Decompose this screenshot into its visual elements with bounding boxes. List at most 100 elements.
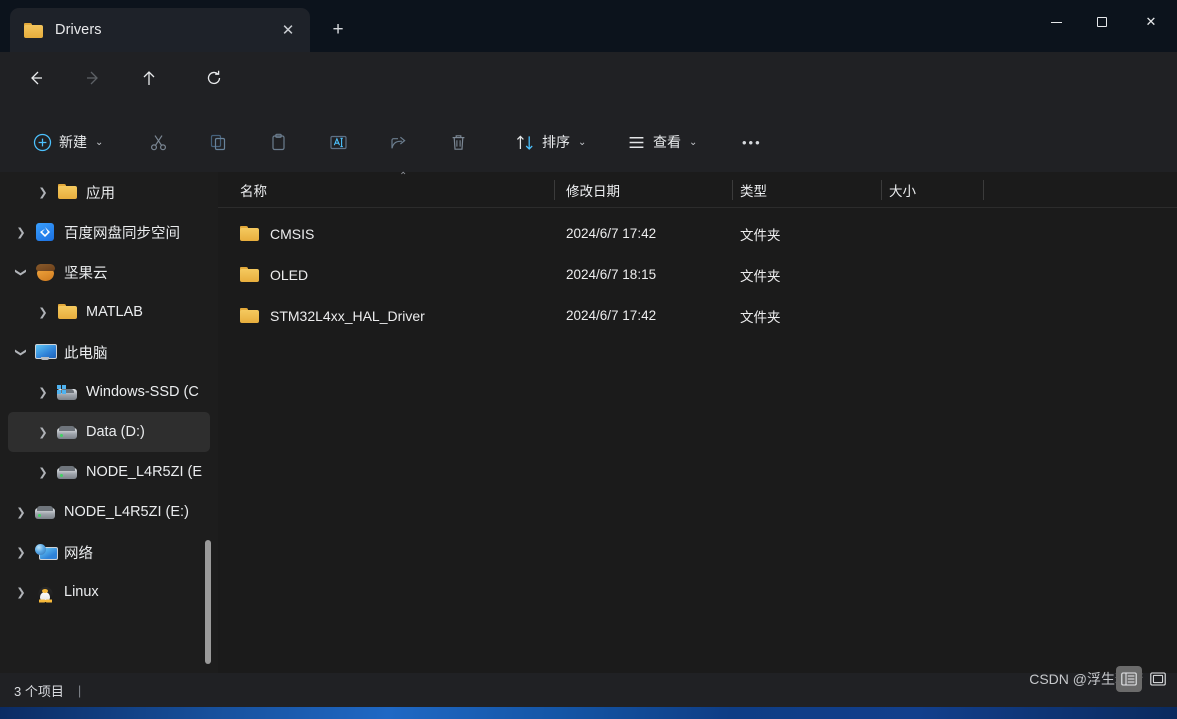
list-view-icon <box>1150 672 1166 686</box>
chevron-down-icon[interactable]: ⌄ <box>689 137 697 148</box>
drive-icon <box>35 505 55 519</box>
chevron-right-icon[interactable]: ❯ <box>30 386 56 399</box>
sidebar-item-label: Windows-SSD (C <box>86 384 199 400</box>
chevron-right-icon[interactable]: ❯ <box>8 586 34 599</box>
share-button[interactable] <box>380 126 417 158</box>
column-header-name[interactable]: 名称 <box>240 172 267 208</box>
cut-button[interactable] <box>140 126 177 158</box>
sidebar-item-5[interactable]: ❯ Windows-SSD (C <box>8 372 210 412</box>
table-row[interactable]: CMSIS 2024/6/7 17:42 文件夹 <box>218 213 1177 254</box>
folder-icon <box>57 184 77 200</box>
sidebar-item-4[interactable]: ❯ 此电脑 <box>8 332 210 372</box>
chevron-right-icon[interactable]: ❯ <box>30 186 56 199</box>
sort-button[interactable]: 排序 ⌄ <box>506 126 595 158</box>
navigation-bar: › ••• New Folder › OLED-SSD1306 › Driver… <box>0 52 1177 148</box>
sidebar-item-1[interactable]: ❯ 百度网盘同步空间 <box>8 212 210 252</box>
chevron-right-icon[interactable]: ❯ <box>8 506 34 519</box>
list-view-button[interactable] <box>1145 666 1171 692</box>
chevron-right-icon[interactable]: ❯ <box>8 546 34 559</box>
copy-button[interactable] <box>200 126 237 158</box>
plus-circle-icon <box>33 133 52 151</box>
drive-icon <box>57 425 77 439</box>
paste-icon <box>272 133 285 150</box>
copy-icon <box>210 134 226 150</box>
sidebar-item-7[interactable]: ❯ NODE_L4R5ZI (E <box>8 452 210 492</box>
sidebar-item-8[interactable]: ❯ NODE_L4R5ZI (E:) <box>8 492 210 532</box>
column-header-date[interactable]: 修改日期 <box>566 172 620 208</box>
sidebar-item-label: 此电脑 <box>64 345 108 362</box>
file-name-cell[interactable]: CMSIS <box>240 225 314 242</box>
details-view-button[interactable] <box>1116 666 1142 692</box>
chevron-down-icon[interactable]: ⌄ <box>578 137 586 148</box>
refresh-button[interactable] <box>199 63 229 93</box>
column-divider[interactable] <box>554 180 555 200</box>
tab-drivers[interactable]: Drivers ✕ <box>10 8 310 52</box>
table-row[interactable]: OLED 2024/6/7 18:15 文件夹 <box>218 254 1177 295</box>
up-button[interactable] <box>134 63 164 93</box>
sidebar-item-3[interactable]: ❯ MATLAB <box>8 292 210 332</box>
chevron-right-icon[interactable]: ❯ <box>30 306 56 319</box>
baidu-netdisk-icon <box>36 223 54 241</box>
chevron-down-icon[interactable]: ❯ <box>15 339 28 365</box>
more-options-label: ••• <box>742 134 762 150</box>
linux-penguin-icon <box>37 583 54 603</box>
sidebar-item-9[interactable]: ❯ 网络 <box>8 532 210 572</box>
chevron-right-icon[interactable]: ❯ <box>30 466 56 479</box>
file-rows: CMSIS 2024/6/7 17:42 文件夹 OLED 2024/6/7 18:15… <box>218 208 1177 336</box>
sidebar-item-10[interactable]: ❯ Linux <box>8 572 210 612</box>
title-bar: Drivers ✕ + ✕ <box>0 0 1177 52</box>
chevron-right-icon[interactable]: ❯ <box>30 426 56 439</box>
chevron-down-icon[interactable]: ⌄ <box>95 137 103 148</box>
view-button-label: 查看 <box>653 134 681 150</box>
sidebar-item-label: 网络 <box>64 545 93 562</box>
sidebar-item-2[interactable]: ❯ 坚果云 <box>8 252 210 292</box>
maximize-button[interactable] <box>1079 0 1125 44</box>
navigation-pane[interactable]: ❯ 应用 ❯ 百度网盘同步空间 ❯ 坚果云 ❯ MATLAB ❯ 此电脑 ❯ Windows-SSD … <box>0 172 218 685</box>
file-type-cell: 文件夹 <box>740 268 781 284</box>
back-button[interactable] <box>21 63 51 93</box>
drive-icon <box>57 465 77 479</box>
folder-tree: ❯ 应用 ❯ 百度网盘同步空间 ❯ 坚果云 ❯ MATLAB ❯ 此电脑 ❯ Windows-SSD … <box>0 172 218 612</box>
column-header-type[interactable]: 类型 <box>740 172 767 208</box>
column-divider[interactable] <box>983 180 984 200</box>
column-divider[interactable] <box>881 180 882 200</box>
sort-icon <box>516 135 533 150</box>
more-options-button[interactable]: ••• <box>733 126 771 158</box>
sidebar-scrollbar[interactable] <box>204 172 212 685</box>
tab-title: Drivers <box>55 22 102 38</box>
file-name-cell[interactable]: OLED <box>240 266 308 283</box>
close-window-button[interactable]: ✕ <box>1125 0 1177 44</box>
rename-button[interactable] <box>320 126 357 158</box>
folder-icon <box>57 304 77 320</box>
chevron-down-icon[interactable]: ❯ <box>15 259 28 285</box>
this-pc-icon <box>35 344 57 360</box>
item-count-label: 3 个项目 <box>14 683 64 699</box>
network-icon <box>34 543 58 561</box>
sidebar-item-0[interactable]: ❯ 应用 <box>8 172 210 212</box>
delete-button[interactable] <box>440 126 477 158</box>
column-divider[interactable] <box>732 180 733 200</box>
new-button[interactable]: 新建 ⌄ <box>24 126 112 158</box>
new-tab-button[interactable]: + <box>324 16 352 42</box>
sidebar-scrollbar-thumb[interactable] <box>205 540 211 664</box>
table-row[interactable]: STM32L4xx_HAL_Driver 2024/6/7 17:42 文件夹 <box>218 295 1177 336</box>
column-header-size[interactable]: 大小 <box>889 172 916 208</box>
sidebar-item-6[interactable]: ❯ Data (D:) <box>8 412 210 452</box>
file-name-cell[interactable]: STM32L4xx_HAL_Driver <box>240 307 425 324</box>
window-controls: ✕ <box>1033 0 1177 44</box>
sidebar-item-label: 应用 <box>86 185 115 202</box>
chevron-right-icon[interactable]: ❯ <box>8 226 34 239</box>
paste-button[interactable] <box>260 126 297 158</box>
sidebar-item-label: Data (D:) <box>86 424 145 440</box>
nutstore-icon <box>35 263 55 281</box>
close-tab-icon[interactable]: ✕ <box>278 20 298 40</box>
view-button[interactable]: 查看 ⌄ <box>618 126 706 158</box>
status-bar: 3 个项目 | CSDN @浮生若梦 <box>0 666 1177 707</box>
trash-icon <box>452 134 465 150</box>
minimize-button[interactable] <box>1033 0 1079 44</box>
sidebar-item-label: Linux <box>64 584 99 600</box>
folder-icon <box>240 266 259 283</box>
forward-button[interactable] <box>78 63 108 93</box>
status-divider: | <box>77 682 82 698</box>
folder-icon <box>240 225 259 242</box>
